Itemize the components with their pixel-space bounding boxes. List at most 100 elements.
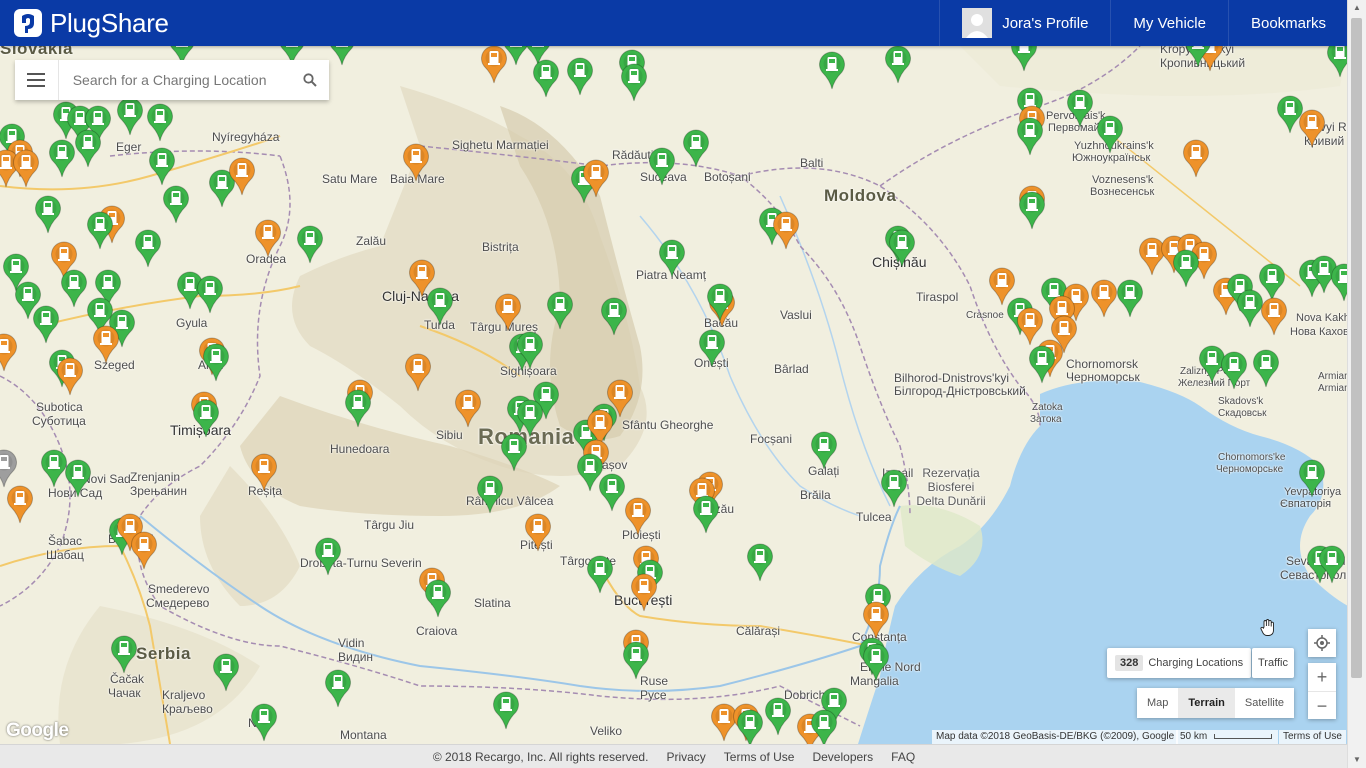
charging-station-pin-icon[interactable] xyxy=(1116,278,1144,318)
charging-station-pin-icon[interactable] xyxy=(1298,458,1326,498)
charging-station-pin-icon[interactable] xyxy=(1182,138,1210,178)
charging-station-pin-icon[interactable] xyxy=(888,228,916,268)
charging-station-pin-icon[interactable] xyxy=(74,128,102,168)
charging-station-pin-icon[interactable] xyxy=(706,282,734,322)
charging-station-pin-icon[interactable] xyxy=(1096,114,1124,154)
charging-station-pin-icon[interactable] xyxy=(736,708,764,748)
charging-station-pin-icon[interactable] xyxy=(810,430,838,470)
charging-station-pin-icon[interactable] xyxy=(402,142,430,182)
charging-station-pin-icon[interactable] xyxy=(64,458,92,498)
charging-station-pin-icon[interactable] xyxy=(250,702,278,742)
charging-station-pin-icon[interactable] xyxy=(494,292,522,332)
scroll-thumb[interactable] xyxy=(1351,18,1362,678)
charging-station-pin-icon[interactable] xyxy=(6,484,34,524)
charging-station-pin-icon[interactable] xyxy=(254,218,282,258)
charging-station-pin-icon[interactable] xyxy=(1016,116,1044,156)
charging-station-pin-icon[interactable] xyxy=(1298,108,1326,148)
charging-station-pin-icon[interactable] xyxy=(404,352,432,392)
charging-station-pin-icon[interactable] xyxy=(314,536,342,576)
charging-station-pin-icon[interactable] xyxy=(296,224,324,264)
charging-station-pin-icon[interactable] xyxy=(862,600,890,640)
charging-station-pin-icon[interactable] xyxy=(86,210,114,250)
charging-station-pin-icon[interactable] xyxy=(202,342,230,382)
traffic-toggle[interactable]: Traffic xyxy=(1252,648,1294,678)
charging-station-pin-icon[interactable] xyxy=(648,146,676,186)
charging-station-pin-icon[interactable] xyxy=(692,494,720,534)
charging-station-pin-icon[interactable] xyxy=(344,388,372,428)
charging-station-pin-icon[interactable] xyxy=(620,62,648,102)
charging-station-pin-icon[interactable] xyxy=(546,290,574,330)
charging-station-pin-icon[interactable] xyxy=(516,330,544,370)
charging-station-pin-icon[interactable] xyxy=(130,530,158,570)
footer-link-faq[interactable]: FAQ xyxy=(891,750,915,764)
charging-station-pin-icon[interactable] xyxy=(426,286,454,326)
charging-station-pin-icon[interactable] xyxy=(682,128,710,168)
charging-station-pin-icon[interactable] xyxy=(134,228,162,268)
map-scale[interactable]: 50 km xyxy=(1176,730,1278,744)
charging-station-pin-icon[interactable] xyxy=(586,554,614,594)
charging-station-pin-icon[interactable] xyxy=(862,642,890,682)
page-scrollbar[interactable]: ▲ ▼ xyxy=(1347,0,1366,768)
menu-button[interactable] xyxy=(15,60,59,100)
charging-station-pin-icon[interactable] xyxy=(1028,344,1056,384)
charging-station-pin-icon[interactable] xyxy=(454,388,482,428)
charging-station-pin-icon[interactable] xyxy=(32,304,60,344)
map-type-map[interactable]: Map xyxy=(1137,688,1178,718)
charging-station-pin-icon[interactable] xyxy=(818,50,846,90)
footer-link-developers[interactable]: Developers xyxy=(812,750,873,764)
charging-station-pin-icon[interactable] xyxy=(146,102,174,142)
charging-station-pin-icon[interactable] xyxy=(492,690,520,730)
map-type-terrain[interactable]: Terrain xyxy=(1178,688,1235,718)
scroll-down-icon[interactable]: ▼ xyxy=(1348,752,1366,768)
charging-station-pin-icon[interactable] xyxy=(148,146,176,186)
charging-station-pin-icon[interactable] xyxy=(60,268,88,308)
map-terms-link[interactable]: Terms of Use xyxy=(1279,730,1346,744)
charging-station-pin-icon[interactable] xyxy=(566,56,594,96)
charging-station-pin-icon[interactable] xyxy=(524,512,552,552)
charging-station-pin-icon[interactable] xyxy=(92,324,120,364)
charging-station-pin-icon[interactable] xyxy=(532,58,560,98)
charging-station-pin-icon[interactable] xyxy=(772,210,800,250)
charging-station-pin-icon[interactable] xyxy=(598,472,626,512)
charging-station-pin-icon[interactable] xyxy=(746,542,774,582)
zoom-out-button[interactable]: − xyxy=(1308,692,1336,720)
my-location-button[interactable] xyxy=(1308,629,1336,657)
charging-station-pin-icon[interactable] xyxy=(56,356,84,396)
charging-station-pin-icon[interactable] xyxy=(0,448,18,488)
charging-station-pin-icon[interactable] xyxy=(324,668,352,708)
charging-station-pin-icon[interactable] xyxy=(1066,88,1094,128)
footer-link-terms[interactable]: Terms of Use xyxy=(724,750,795,764)
charging-station-pin-icon[interactable] xyxy=(250,452,278,492)
charging-station-pin-icon[interactable] xyxy=(424,578,452,618)
charging-station-pin-icon[interactable] xyxy=(228,156,256,196)
charging-station-pin-icon[interactable] xyxy=(196,274,224,314)
charging-station-pin-icon[interactable] xyxy=(884,44,912,84)
nav-bookmarks[interactable]: Bookmarks xyxy=(1227,0,1348,46)
charging-station-pin-icon[interactable] xyxy=(116,96,144,136)
charging-station-pin-icon[interactable] xyxy=(0,332,18,372)
charging-station-pin-icon[interactable] xyxy=(12,148,40,188)
charging-station-pin-icon[interactable] xyxy=(698,328,726,368)
charging-station-pin-icon[interactable] xyxy=(48,138,76,178)
charging-station-pin-icon[interactable] xyxy=(500,432,528,472)
charging-station-pin-icon[interactable] xyxy=(600,296,628,336)
search-input[interactable] xyxy=(58,71,291,89)
map-type-satellite[interactable]: Satellite xyxy=(1235,688,1294,718)
nav-my-vehicle[interactable]: My Vehicle xyxy=(1110,0,1228,46)
charging-station-pin-icon[interactable] xyxy=(880,468,908,508)
charging-station-pin-icon[interactable] xyxy=(1172,248,1200,288)
charging-station-pin-icon[interactable] xyxy=(162,184,190,224)
search-button[interactable] xyxy=(290,60,329,100)
scroll-up-icon[interactable]: ▲ xyxy=(1348,0,1366,16)
charging-station-pin-icon[interactable] xyxy=(810,708,838,748)
charging-station-pin-icon[interactable] xyxy=(624,496,652,536)
charging-station-pin-icon[interactable] xyxy=(658,238,686,278)
footer-link-privacy[interactable]: Privacy xyxy=(666,750,705,764)
charging-station-pin-icon[interactable] xyxy=(34,194,62,234)
charging-station-pin-icon[interactable] xyxy=(582,158,610,198)
charging-station-pin-icon[interactable] xyxy=(1260,296,1288,336)
nav-profile[interactable]: Jora's Profile xyxy=(939,0,1110,46)
charging-station-pin-icon[interactable] xyxy=(1090,278,1118,318)
charging-station-pin-icon[interactable] xyxy=(212,652,240,692)
charging-station-pin-icon[interactable] xyxy=(764,696,792,736)
